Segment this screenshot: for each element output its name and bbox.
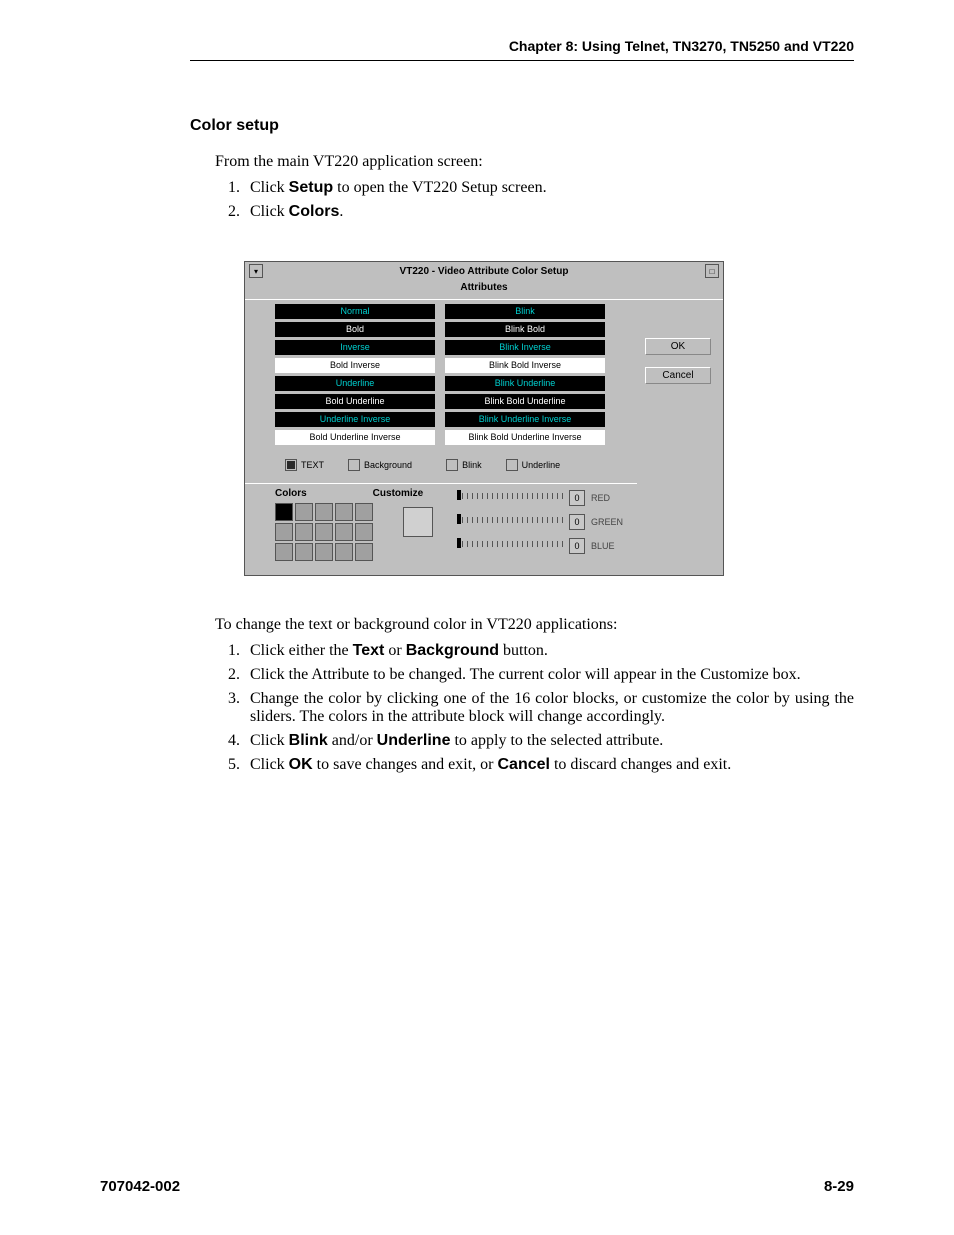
step2-2: Click the Attribute to be changed. The c… — [244, 666, 854, 684]
colors-label: Colors — [275, 488, 307, 499]
steps-list-1: Click Setup to open the VT220 Setup scre… — [220, 179, 854, 221]
radio-indicator-icon — [285, 459, 297, 471]
slider-red[interactable]: 0 RED — [457, 490, 627, 506]
attributes-header: Attributes — [245, 280, 723, 300]
attr-blink-underline[interactable]: Blink Underline — [445, 376, 605, 391]
radio-indicator-icon — [348, 459, 360, 471]
radio-background[interactable]: Background — [348, 459, 412, 471]
attr-blink-underline-inverse[interactable]: Blink Underline Inverse — [445, 412, 605, 427]
page-number: 8-29 — [824, 1178, 854, 1195]
intro-text: From the main VT220 application screen: — [215, 153, 854, 171]
step2-4: Click Blink and/or Underline to apply to… — [244, 732, 854, 750]
attr-underline[interactable]: Underline — [275, 376, 435, 391]
slider-green[interactable]: 0 GREEN — [457, 514, 627, 530]
attr-underline-inverse[interactable]: Underline Inverse — [275, 412, 435, 427]
titlebar: ▾ VT220 - Video Attribute Color Setup □ — [245, 262, 723, 280]
customize-swatch — [403, 507, 433, 537]
attr-blink-bold-inverse[interactable]: Blink Bold Inverse — [445, 358, 605, 373]
para-2: To change the text or background color i… — [215, 616, 854, 634]
attr-blink-inverse[interactable]: Blink Inverse — [445, 340, 605, 355]
step2-5: Click OK to save changes and exit, or Ca… — [244, 756, 854, 774]
attr-inverse[interactable]: Inverse — [275, 340, 435, 355]
step2-1: Click either the Text or Background butt… — [244, 642, 854, 660]
customize-label: Customize — [373, 488, 424, 499]
attr-bold-underline-inverse[interactable]: Bold Underline Inverse — [275, 430, 435, 445]
radio-indicator-icon — [446, 459, 458, 471]
doc-number: 707042-002 — [100, 1178, 180, 1195]
steps-list-2: Click either the Text or Background butt… — [220, 642, 854, 774]
attr-blink-bold-underline-inverse[interactable]: Blink Bold Underline Inverse — [445, 430, 605, 445]
attr-bold-inverse[interactable]: Bold Inverse — [275, 358, 435, 373]
step-2: Click Colors. — [244, 203, 854, 221]
radio-indicator-icon — [506, 459, 518, 471]
radio-row: TEXT Background Blink — [245, 451, 637, 484]
step2-3: Change the color by clicking one of the … — [244, 690, 854, 726]
attr-blink[interactable]: Blink — [445, 304, 605, 319]
cancel-button[interactable]: Cancel — [645, 367, 711, 384]
attr-bold-underline[interactable]: Bold Underline — [275, 394, 435, 409]
maximize-icon[interactable]: □ — [705, 264, 719, 278]
window-menu-icon[interactable]: ▾ — [249, 264, 263, 278]
attr-bold[interactable]: Bold — [275, 322, 435, 337]
section-title: Color setup — [190, 117, 854, 135]
ok-button[interactable]: OK — [645, 338, 711, 355]
radio-underline[interactable]: Underline — [506, 459, 561, 471]
dialog-title: VT220 - Video Attribute Color Setup — [263, 266, 705, 277]
slider-blue[interactable]: 0 BLUE — [457, 538, 627, 554]
dialog-screenshot: ▾ VT220 - Video Attribute Color Setup □ … — [244, 261, 724, 576]
attr-blink-bold[interactable]: Blink Bold — [445, 322, 605, 337]
attr-normal[interactable]: Normal — [275, 304, 435, 319]
radio-blink[interactable]: Blink — [446, 459, 482, 471]
step-1: Click Setup to open the VT220 Setup scre… — [244, 179, 854, 197]
attributes-grid: Normal Bold Inverse Bold Inverse Underli… — [245, 300, 637, 451]
footer: 707042-002 8-29 — [100, 1178, 854, 1195]
radio-text[interactable]: TEXT — [285, 459, 324, 471]
chapter-header: Chapter 8: Using Telnet, TN3270, TN5250 … — [190, 38, 854, 61]
color-palette[interactable] — [275, 503, 373, 561]
attr-blink-bold-underline[interactable]: Blink Bold Underline — [445, 394, 605, 409]
